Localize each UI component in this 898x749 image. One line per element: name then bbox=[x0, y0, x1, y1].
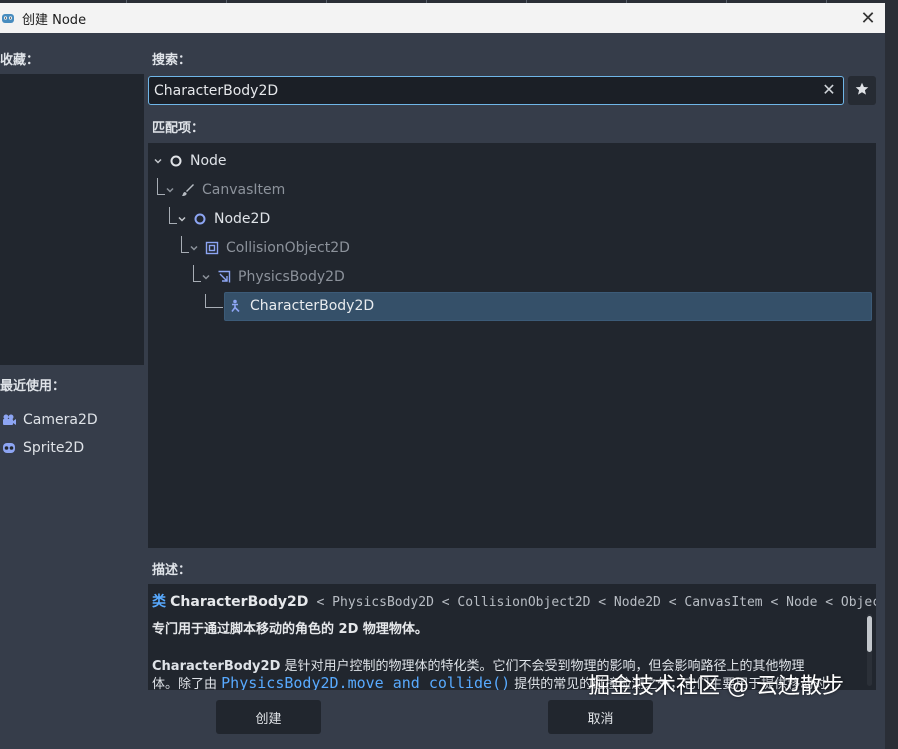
camera2d-icon bbox=[0, 411, 18, 429]
search-box: ✕ bbox=[148, 76, 844, 105]
tree-item-physicsbody2d[interactable]: PhysicsBody2D bbox=[200, 262, 345, 291]
tree-item-label: CollisionObject2D bbox=[226, 239, 350, 256]
window-titlebar: 创建 Node ✕ bbox=[0, 3, 885, 33]
node2d-circle-icon bbox=[192, 211, 208, 227]
class-header: 类 CharacterBody2D < PhysicsBody2D < Coll… bbox=[152, 591, 876, 611]
recent-item-label: Camera2D bbox=[23, 412, 98, 428]
brush-icon bbox=[180, 182, 196, 198]
favorites-label: 收藏： bbox=[0, 53, 40, 68]
search-label: 搜索： bbox=[152, 53, 192, 68]
physics-body-icon bbox=[216, 269, 232, 285]
scrollbar-thumb[interactable] bbox=[867, 616, 872, 652]
cancel-button[interactable]: 取消 bbox=[548, 700, 653, 734]
recent-item-label: Sprite2D bbox=[23, 440, 85, 456]
tree-connector bbox=[205, 294, 223, 308]
window-title: 创建 Node bbox=[22, 12, 87, 28]
chevron-down-icon[interactable] bbox=[152, 155, 164, 167]
recent-item-sprite2d[interactable]: Sprite2D bbox=[0, 435, 84, 461]
watermark-text: 掘金技术社区 @ 云边散步 bbox=[588, 674, 844, 699]
tree-item-label: Node2D bbox=[214, 210, 271, 227]
favorites-list[interactable] bbox=[0, 74, 144, 365]
chevron-down-icon[interactable] bbox=[176, 213, 188, 225]
brief-description: 专门用于通过脚本移动的角色的 2D 物理物体。 bbox=[152, 622, 428, 637]
clear-search-icon[interactable]: ✕ bbox=[821, 82, 837, 98]
godot-app-icon bbox=[0, 10, 16, 26]
chevron-down-icon[interactable] bbox=[164, 184, 176, 196]
create-node-dialog: 收藏： 最近使用： Camera2D Sprite2D 搜索： ✕ 匹配项： bbox=[0, 33, 885, 749]
close-window-button[interactable]: ✕ bbox=[857, 7, 879, 29]
create-button[interactable]: 创建 bbox=[216, 700, 321, 734]
sprite2d-icon bbox=[0, 439, 18, 457]
tree-item-label: CanvasItem bbox=[202, 181, 286, 198]
tree-item-label: PhysicsBody2D bbox=[238, 268, 345, 285]
tree-item-collisionobject2d[interactable]: CollisionObject2D bbox=[188, 233, 350, 262]
star-icon bbox=[855, 82, 869, 100]
class-name: CharacterBody2D bbox=[170, 594, 309, 610]
collision-object-icon bbox=[204, 240, 220, 256]
description-class-ref: CharacterBody2D bbox=[152, 659, 281, 674]
description-label: 描述： bbox=[152, 563, 192, 578]
tree-item-label: Node bbox=[190, 152, 227, 169]
recent-label: 最近使用： bbox=[0, 379, 66, 394]
editor-background-edge bbox=[885, 3, 898, 749]
node-circle-icon bbox=[168, 153, 184, 169]
recent-item-camera2d[interactable]: Camera2D bbox=[0, 407, 98, 433]
chevron-down-icon[interactable] bbox=[188, 242, 200, 254]
chevron-down-icon[interactable] bbox=[200, 271, 212, 283]
tree-item-label: CharacterBody2D bbox=[250, 297, 375, 314]
search-input[interactable] bbox=[149, 82, 809, 99]
class-prefix: 类 bbox=[152, 594, 166, 610]
tree-item-characterbody2d[interactable]: CharacterBody2D bbox=[228, 291, 374, 320]
matches-label: 匹配项： bbox=[152, 121, 205, 136]
character-body-icon bbox=[228, 298, 244, 314]
description-scrollbar[interactable] bbox=[867, 614, 872, 686]
method-link[interactable]: PhysicsBody2D.move_and_collide() bbox=[221, 674, 510, 690]
left-panel: 收藏： 最近使用： Camera2D Sprite2D bbox=[0, 33, 145, 749]
tree-item-node[interactable]: Node bbox=[152, 146, 227, 175]
description-text: 体。除了由 bbox=[152, 677, 222, 690]
inheritance-chain[interactable]: < PhysicsBody2D < CollisionObject2D < No… bbox=[317, 595, 876, 610]
tree-item-canvasitem[interactable]: CanvasItem bbox=[164, 175, 285, 204]
favorite-toggle-button[interactable] bbox=[848, 76, 876, 105]
tree-item-node2d[interactable]: Node2D bbox=[176, 204, 270, 233]
close-icon: ✕ bbox=[860, 7, 876, 29]
